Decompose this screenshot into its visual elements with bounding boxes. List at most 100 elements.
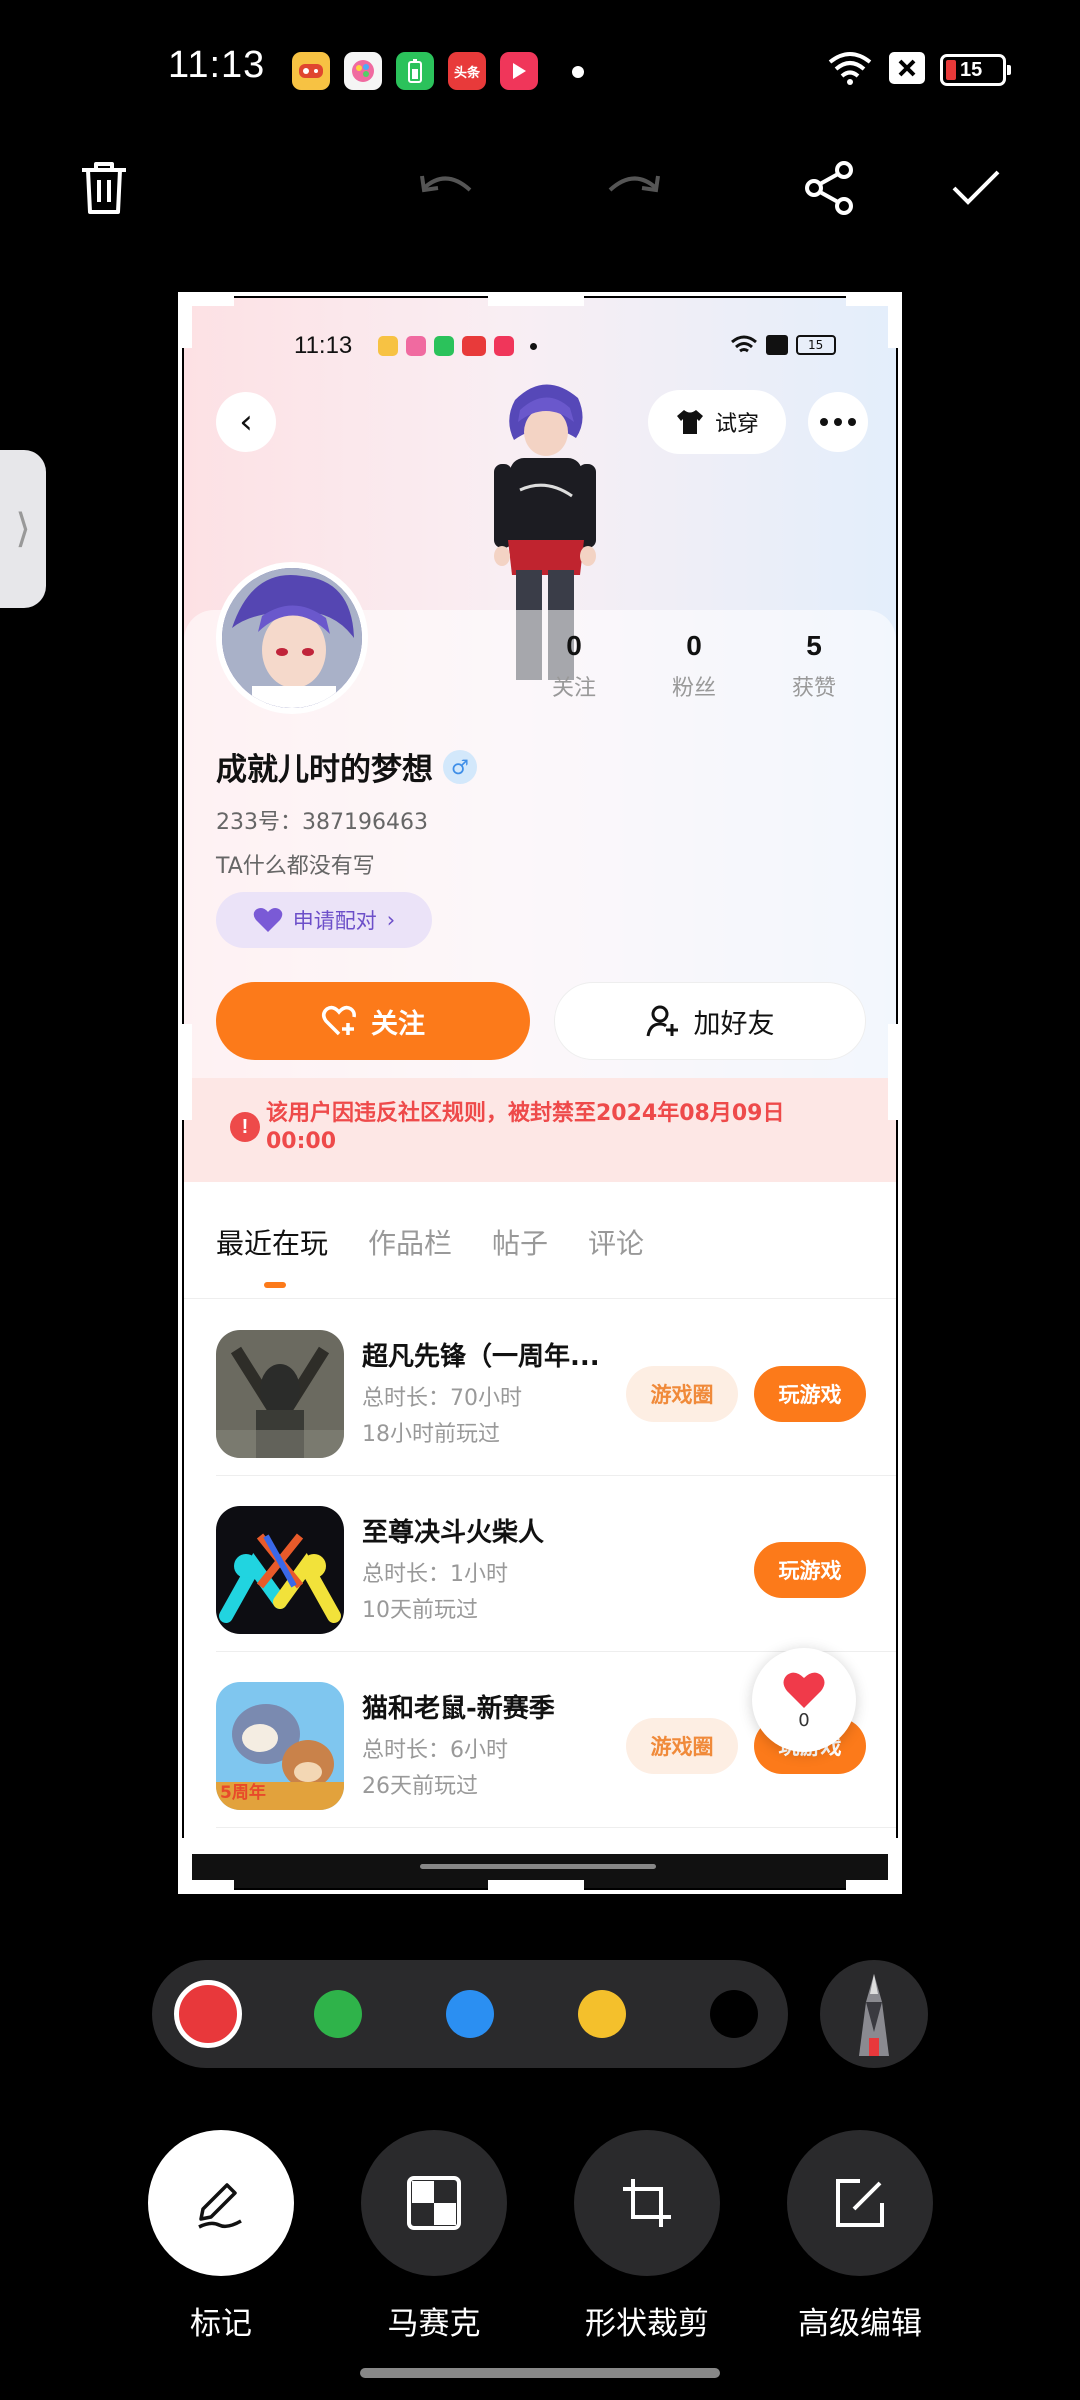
tab-recently-played[interactable]: 最近在玩 (216, 1222, 328, 1262)
tool-label: 标记 (190, 2306, 252, 2342)
side-panel-handle[interactable]: ⟩ (0, 450, 46, 608)
game-name: 猫和老鼠-新赛季 (362, 1694, 555, 1724)
redo-icon (608, 175, 660, 193)
game-last-played: 10天前玩过 (362, 1598, 478, 1623)
profile-bio: TA什么都没有写 (216, 854, 375, 879)
tool-markup-button[interactable] (148, 2130, 294, 2276)
like-count: 0 (798, 1709, 810, 1731)
stat-following[interactable]: 0 关注 (524, 630, 624, 702)
play-game-button[interactable]: 玩游戏 (754, 1542, 866, 1598)
profile-name: 成就儿时的梦想 (216, 752, 433, 788)
color-blue[interactable] (446, 1990, 494, 2038)
avatar[interactable] (216, 562, 368, 714)
warning-icon: ! (230, 1112, 260, 1142)
follow-button[interactable]: 关注 (216, 982, 530, 1060)
video-app-icon (500, 52, 538, 90)
tool-edit-button[interactable] (787, 2130, 933, 2276)
share-button[interactable] (798, 156, 862, 220)
stat-fans[interactable]: 0 粉丝 (644, 630, 744, 702)
tool-mosaic[interactable]: 马赛克 (361, 2130, 507, 2343)
confirm-button[interactable] (944, 156, 1008, 220)
ban-notice-text: 该用户因违反社区规则，被封禁至2024年08月09日00:00 (266, 1101, 785, 1154)
heart-icon (783, 1672, 825, 1708)
screenshot-preview[interactable]: 11:13 15 ‹ 试穿 0 关注 0 粉丝 5 获赞 成就儿时的梦想 ♂ 2… (184, 298, 896, 1888)
stat-value: 0 (566, 630, 582, 661)
tool-markup[interactable]: 标记 (148, 2130, 294, 2343)
game-name: 超凡先锋（一周年... (362, 1342, 600, 1372)
crop-icon (623, 2179, 671, 2227)
share-icon (805, 161, 853, 215)
color-yellow[interactable] (578, 1990, 626, 2038)
tab-posts[interactable]: 帖子 (492, 1222, 548, 1262)
home-indicator[interactable] (360, 2368, 720, 2378)
game-duration: 总时长：6小时 (362, 1738, 508, 1763)
game-name: 至尊决斗火柴人 (362, 1518, 545, 1548)
chevron-right-icon: › (386, 908, 396, 932)
color-black[interactable] (710, 1990, 758, 2038)
play-game-button[interactable]: 玩游戏 (754, 1366, 866, 1422)
preview-status-time: 11:13 (294, 332, 353, 359)
tab-comments[interactable]: 评论 (588, 1222, 644, 1262)
preview-home-indicator (420, 1864, 656, 1869)
profile-id: 233号：387196463 (216, 810, 428, 835)
delete-button[interactable] (72, 156, 136, 220)
preview-status-apps (378, 336, 537, 356)
no-sim-icon (888, 51, 926, 89)
redo-button[interactable] (602, 156, 666, 220)
game-app-icon (292, 52, 330, 90)
game-icon-stickman (216, 1506, 344, 1634)
game-list-item[interactable]: 至尊决斗火柴人 总时长：1小时 10天前玩过 玩游戏 (184, 1476, 896, 1652)
stat-likes[interactable]: 5 获赞 (764, 630, 864, 702)
mosaic-icon (407, 2176, 461, 2230)
tool-crop-button[interactable] (574, 2130, 720, 2276)
paint-app-icon (344, 52, 382, 90)
tool-advanced-edit[interactable]: 高级编辑 (787, 2130, 933, 2343)
anniversary-badge: 5周年 (220, 1783, 266, 1803)
tool-mosaic-button[interactable] (361, 2130, 507, 2276)
battery-app-icon (396, 52, 434, 90)
tool-shape-crop[interactable]: 形状裁剪 (574, 2130, 720, 2343)
add-friend-button[interactable]: 加好友 (554, 982, 866, 1060)
heart-plus-icon (322, 1005, 356, 1036)
stat-value: 5 (806, 630, 822, 661)
color-red[interactable] (174, 1980, 242, 2048)
game-circle-button[interactable]: 游戏圈 (626, 1366, 738, 1422)
undo-icon (420, 175, 472, 193)
profile-name-row: 成就儿时的梦想 ♂ (216, 744, 477, 789)
pen-tip-icon (859, 1974, 889, 2056)
color-palette (152, 1960, 788, 2068)
divider (216, 1827, 896, 1828)
try-on-button[interactable]: 试穿 (648, 390, 786, 454)
game-list-item[interactable]: 超凡先锋（一周年... 总时长：70小时 18小时前玩过 游戏圈 玩游戏 (184, 1300, 896, 1476)
profile-tabs: 最近在玩 作品栏 帖子 评论 (216, 1222, 644, 1262)
request-pair-label: 申请配对 (292, 909, 377, 933)
preview-status-indicators: 15 (730, 334, 836, 356)
tool-label: 高级编辑 (798, 2306, 922, 2342)
undo-button[interactable] (414, 156, 478, 220)
request-pair-button[interactable]: 申请配对 › (216, 892, 432, 948)
pen-style-button[interactable] (820, 1960, 928, 2068)
tab-divider (184, 1298, 896, 1299)
male-gender-icon: ♂ (443, 749, 477, 784)
notification-dot (572, 66, 584, 78)
status-app-icons: 头条 (292, 52, 538, 90)
stat-label: 获赞 (791, 676, 836, 701)
tab-works[interactable]: 作品栏 (368, 1222, 452, 1262)
game-circle-button[interactable]: 游戏圈 (626, 1718, 738, 1774)
status-time: 11:13 (168, 44, 266, 86)
status-indicators: 15 (826, 50, 1011, 90)
back-button[interactable]: ‹ (216, 392, 276, 452)
more-icon (820, 418, 856, 426)
more-button[interactable] (808, 392, 868, 452)
color-green[interactable] (314, 1990, 362, 2038)
game-duration: 总时长：1小时 (362, 1562, 508, 1587)
preview-nav-bar (184, 1854, 896, 1888)
delete-icon (82, 162, 126, 214)
heart-icon (253, 908, 283, 932)
battery-level: 15 (960, 58, 983, 81)
stat-label: 粉丝 (671, 676, 716, 701)
profile-stats: 0 关注 0 粉丝 5 获赞 (524, 630, 864, 702)
chevron-left-icon: ‹ (239, 402, 253, 442)
like-float-button[interactable]: 0 (752, 1648, 856, 1752)
game-duration: 总时长：70小时 (362, 1386, 522, 1411)
